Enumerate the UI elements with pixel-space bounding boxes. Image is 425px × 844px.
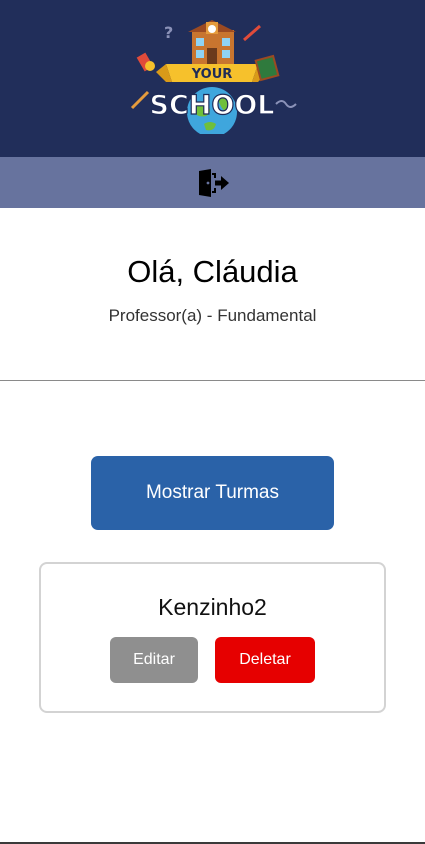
show-classes-button[interactable]: Mostrar Turmas <box>91 456 334 530</box>
class-card: Kenzinho2 Editar Deletar <box>39 562 386 713</box>
delete-button[interactable]: Deletar <box>215 637 315 683</box>
section-divider <box>0 380 425 381</box>
logout-door-icon <box>199 169 229 197</box>
greeting-heading: Olá, Cláudia <box>127 254 298 289</box>
user-role: Professor(a) - Fundamental <box>108 306 317 325</box>
logo-top-word: YOUR <box>191 67 233 82</box>
your-school-logo: YOUR SCHOOL ? <box>130 20 297 134</box>
logo-bottom-word: SCHOOL <box>150 90 275 121</box>
edit-button[interactable]: Editar <box>110 637 198 683</box>
svg-text:?: ? <box>164 23 173 42</box>
logout-button[interactable] <box>196 168 230 198</box>
app-header: YOUR SCHOOL ? <box>0 0 425 157</box>
class-name: Kenzinho2 <box>158 594 267 620</box>
